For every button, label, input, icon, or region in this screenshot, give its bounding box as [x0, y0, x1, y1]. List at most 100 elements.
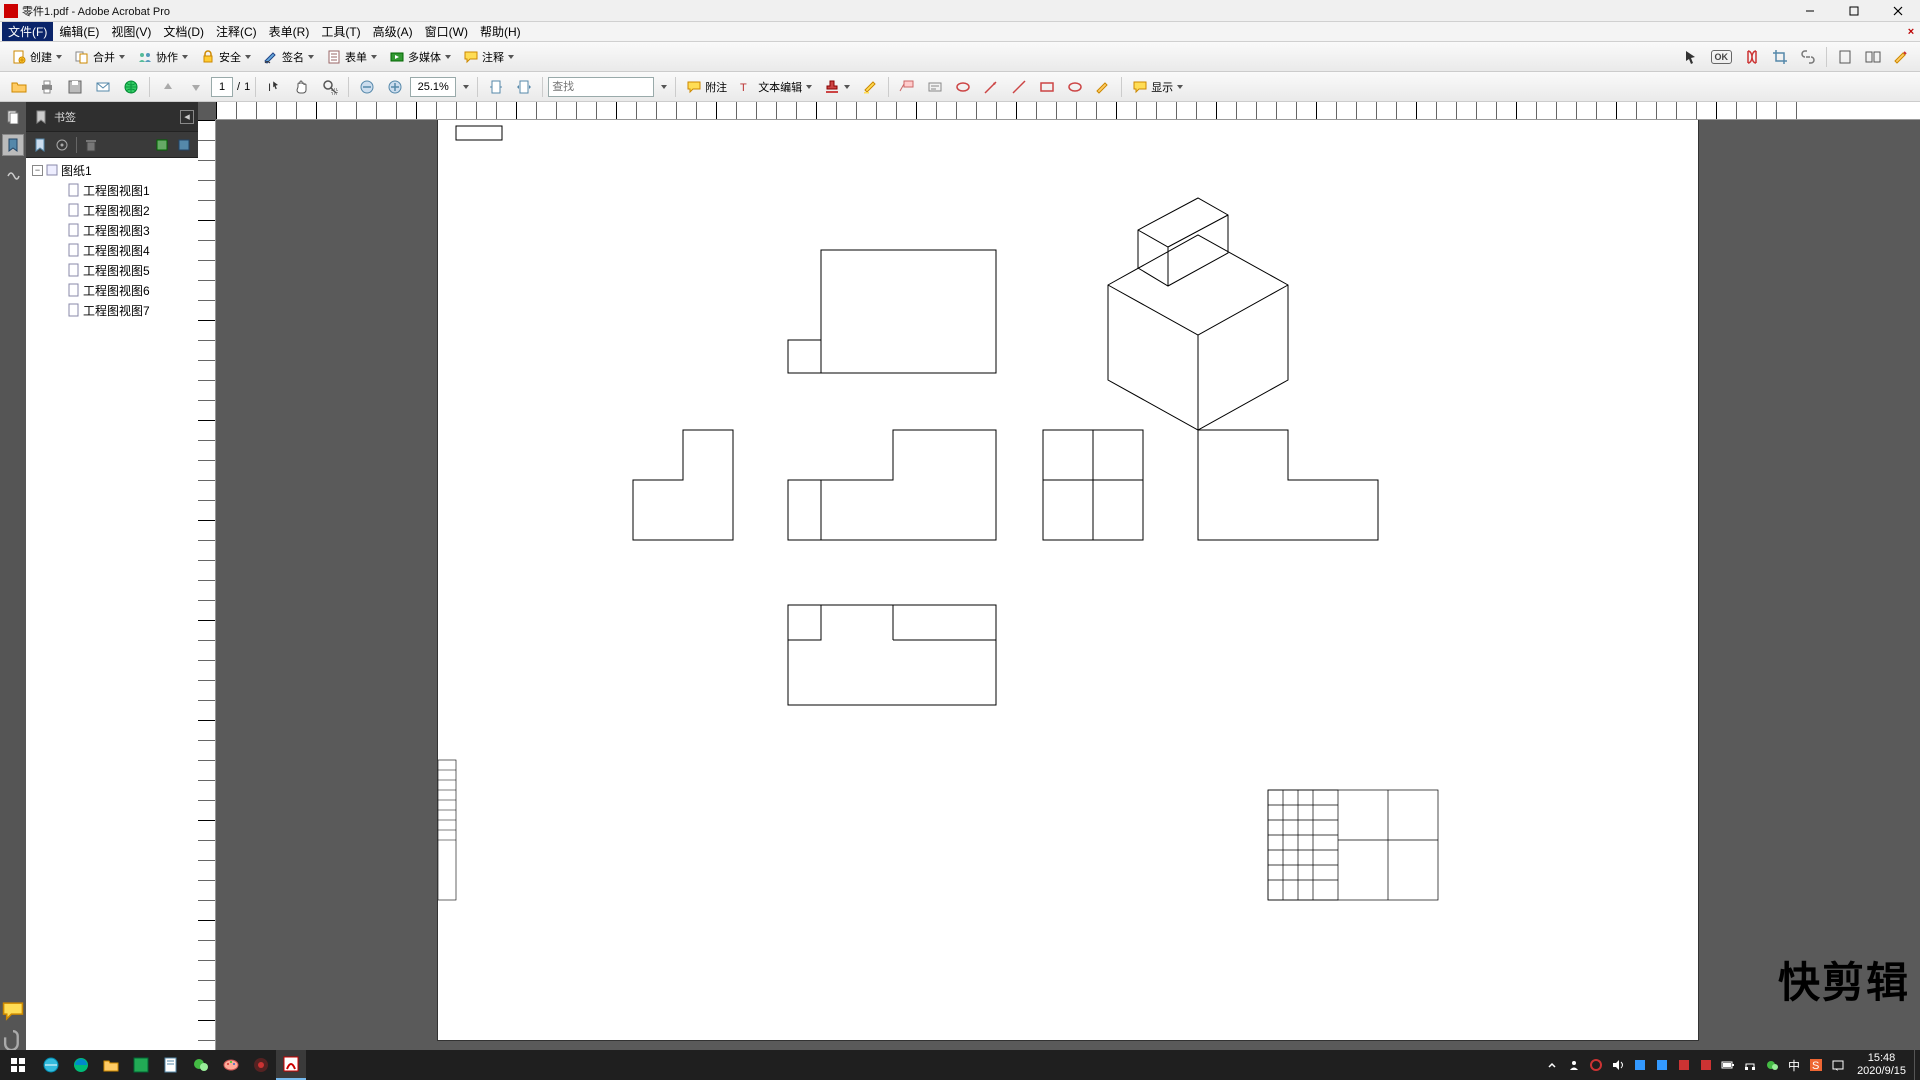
page-viewport[interactable] [216, 120, 1920, 1050]
zoom-input[interactable] [410, 77, 456, 97]
zoom-in-icon[interactable] [382, 75, 408, 99]
taskbar-wechat-icon[interactable] [186, 1050, 216, 1080]
rectangle-icon[interactable] [1034, 75, 1060, 99]
web-icon[interactable] [118, 75, 144, 99]
minimize-button[interactable] [1788, 0, 1832, 22]
tray-volume-icon[interactable] [1607, 1050, 1629, 1080]
pencil-icon[interactable] [1090, 75, 1116, 99]
tree-collapse-icon[interactable]: − [32, 165, 43, 176]
maximize-button[interactable] [1832, 0, 1876, 22]
print-icon[interactable] [34, 75, 60, 99]
oval-icon[interactable] [1062, 75, 1088, 99]
textbox-icon[interactable] [922, 75, 948, 99]
menu-edit[interactable]: 编辑(E) [53, 22, 105, 41]
taskbar-clock[interactable]: 15:48 2020/9/15 [1849, 1052, 1914, 1078]
tray-network-icon[interactable] [1739, 1050, 1761, 1080]
menu-help[interactable]: 帮助(H) [474, 22, 527, 41]
menu-comments[interactable]: 注释(C) [210, 22, 263, 41]
rail-comments-icon[interactable] [2, 1000, 24, 1022]
hand-tool-icon[interactable] [289, 75, 315, 99]
bm-delete-icon[interactable] [81, 135, 101, 155]
forms-button[interactable]: 表单 [321, 45, 382, 69]
taskbar-app1-icon[interactable] [126, 1050, 156, 1080]
cloud-icon[interactable] [950, 75, 976, 99]
menu-tools[interactable]: 工具(T) [315, 22, 366, 41]
sign-button[interactable]: 签名 [258, 45, 319, 69]
ok-tool[interactable]: OK [1706, 45, 1738, 69]
prev-page-up-icon[interactable] [155, 75, 181, 99]
tray-location-icon[interactable] [1585, 1050, 1607, 1080]
taskbar-acrobat-icon[interactable] [276, 1050, 306, 1080]
bm-expand-icon[interactable] [152, 135, 172, 155]
menu-forms[interactable]: 表单(R) [263, 22, 316, 41]
bookmark-item[interactable]: 工程图视图5 [28, 260, 196, 280]
taskbar-notepad-icon[interactable] [156, 1050, 186, 1080]
two-page-icon[interactable] [1860, 45, 1886, 69]
bookmarks-tree[interactable]: − 图纸1 工程图视图1 工程图视图2 工程图视图3 工程图视图4 工程图视图5… [26, 158, 198, 1050]
secure-button[interactable]: 安全 [195, 45, 256, 69]
bm-find-icon[interactable] [174, 135, 194, 155]
crop-tool[interactable] [1767, 45, 1793, 69]
tray-app3-icon[interactable] [1673, 1050, 1695, 1080]
callout-icon[interactable] [894, 75, 920, 99]
close-button[interactable] [1876, 0, 1920, 22]
open-icon[interactable] [6, 75, 32, 99]
bookmark-item[interactable]: 工程图视图4 [28, 240, 196, 260]
bm-new-icon[interactable] [30, 135, 50, 155]
stamp-icon[interactable] [819, 75, 855, 99]
bookmark-item[interactable]: 工程图视图3 [28, 220, 196, 240]
bookmark-root[interactable]: − 图纸1 [28, 160, 196, 180]
rail-pages-icon[interactable] [2, 106, 24, 128]
touchup-tool[interactable] [1739, 45, 1765, 69]
sticky-note-button[interactable]: 附注 [681, 75, 732, 99]
fit-width-icon[interactable] [511, 75, 537, 99]
collaborate-button[interactable]: 协作 [132, 45, 193, 69]
rail-bookmarks-icon[interactable] [2, 134, 24, 156]
rail-signatures-icon[interactable] [2, 162, 24, 184]
line-icon[interactable] [1006, 75, 1032, 99]
tray-app1-icon[interactable] [1629, 1050, 1651, 1080]
tray-wechat-icon[interactable] [1761, 1050, 1783, 1080]
single-page-icon[interactable] [1832, 45, 1858, 69]
bm-options-icon[interactable] [52, 135, 72, 155]
create-button[interactable]: 创建 [6, 45, 67, 69]
highlight-icon[interactable] [857, 75, 883, 99]
show-button[interactable]: 显示 [1127, 75, 1188, 99]
start-button[interactable] [0, 1050, 36, 1080]
show-desktop-button[interactable] [1914, 1050, 1920, 1080]
select-tool[interactable] [1678, 45, 1704, 69]
email-icon[interactable] [90, 75, 116, 99]
edit-tool[interactable] [1888, 45, 1914, 69]
text-edit-button[interactable]: T 文本编辑 [734, 75, 817, 99]
find-dropdown[interactable] [656, 75, 670, 99]
rail-attachments-icon[interactable] [2, 1028, 24, 1050]
zoom-dropdown[interactable] [458, 75, 472, 99]
bookmark-item[interactable]: 工程图视图6 [28, 280, 196, 300]
tray-battery-icon[interactable] [1717, 1050, 1739, 1080]
close-document-icon[interactable]: × [1902, 22, 1920, 41]
link-tool[interactable] [1795, 45, 1821, 69]
multimedia-button[interactable]: 多媒体 [384, 45, 456, 69]
tray-app4-icon[interactable] [1695, 1050, 1717, 1080]
bookmark-item[interactable]: 工程图视图1 [28, 180, 196, 200]
find-input[interactable] [548, 77, 654, 97]
taskbar-ie-icon[interactable] [36, 1050, 66, 1080]
menu-advanced[interactable]: 高级(A) [367, 22, 419, 41]
tray-notifications-icon[interactable] [1827, 1050, 1849, 1080]
fit-page-icon[interactable] [483, 75, 509, 99]
panel-collapse-icon[interactable]: ◂ [180, 110, 194, 124]
tray-ime-icon[interactable]: 中 [1783, 1050, 1805, 1080]
tray-overflow-icon[interactable] [1541, 1050, 1563, 1080]
save-icon[interactable] [62, 75, 88, 99]
comment-button[interactable]: 注释 [458, 45, 519, 69]
taskbar-edge-icon[interactable] [66, 1050, 96, 1080]
bookmark-item[interactable]: 工程图视图7 [28, 300, 196, 320]
menu-document[interactable]: 文档(D) [157, 22, 210, 41]
taskbar-record-icon[interactable] [246, 1050, 276, 1080]
tray-people-icon[interactable] [1563, 1050, 1585, 1080]
arrow-icon[interactable] [978, 75, 1004, 99]
select-text-icon[interactable]: I [261, 75, 287, 99]
menu-view[interactable]: 视图(V) [105, 22, 157, 41]
marquee-zoom-icon[interactable] [317, 75, 343, 99]
taskbar-paint-icon[interactable] [216, 1050, 246, 1080]
